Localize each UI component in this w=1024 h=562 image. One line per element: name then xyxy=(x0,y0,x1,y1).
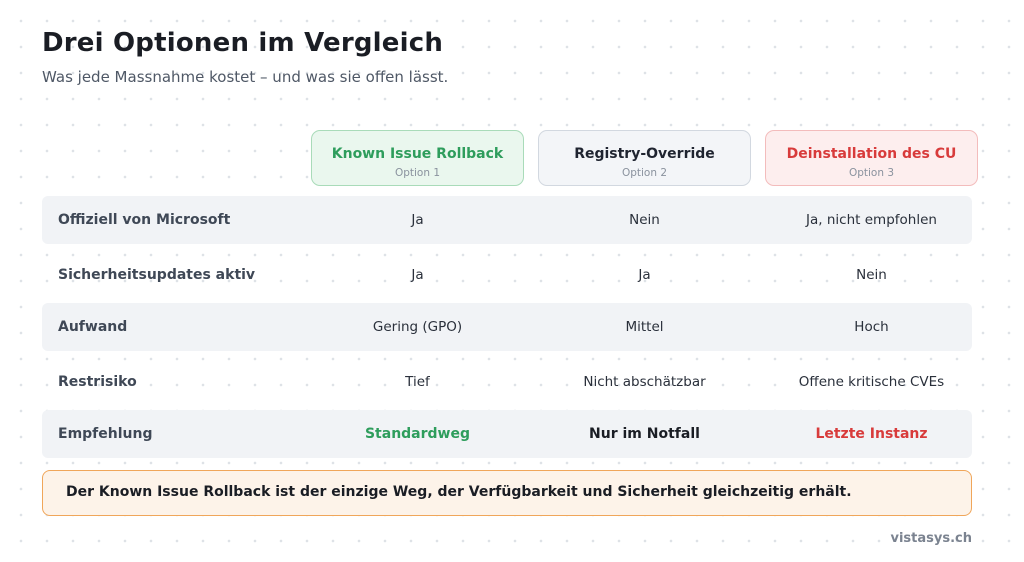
brand-label: vistasys.ch xyxy=(890,531,972,546)
cell-option-2: Nein xyxy=(629,212,660,228)
recommendation-option-2: Nur im Notfall xyxy=(589,426,700,442)
option-name: Deinstallation des CU xyxy=(786,146,957,162)
cell-option-2: Ja xyxy=(638,267,651,283)
comparison-row-aufwand: Aufwand Gering (GPO) Mittel Hoch xyxy=(42,303,972,351)
cell-option-3: Nein xyxy=(856,267,887,283)
option-number: Option 2 xyxy=(621,167,668,179)
page-title: Drei Optionen im Vergleich xyxy=(42,28,444,58)
comparison-row-empfehlung: Empfehlung Standardweg Nur im Notfall Le… xyxy=(42,410,972,458)
row-label: Sicherheitsupdates aktiv xyxy=(58,267,256,283)
row-label: Empfehlung xyxy=(58,426,153,442)
cell-option-1: Ja xyxy=(411,212,424,228)
cell-option-3: Hoch xyxy=(854,319,889,335)
recommendation-option-1: Standardweg xyxy=(364,426,471,442)
cell-option-2: Nicht abschätzbar xyxy=(583,374,706,390)
cell-option-2: Mittel xyxy=(625,319,664,335)
option-name: Registry-Override xyxy=(574,146,715,162)
option-card-known-issue-rollback: Known Issue Rollback Option 1 xyxy=(311,130,524,186)
cell-option-3: Ja, nicht empfohlen xyxy=(806,212,937,228)
cell-option-1: Ja xyxy=(411,267,424,283)
option-name: Known Issue Rollback xyxy=(331,146,504,162)
row-label: Aufwand xyxy=(58,319,128,335)
cell-option-3: Offene kritische CVEs xyxy=(798,374,945,390)
recommendation-option-3: Letzte Instanz xyxy=(815,426,928,442)
comparison-row-offiziell: Offiziell von Microsoft Ja Nein Ja, nich… xyxy=(42,196,972,244)
option-card-registry-override: Registry-Override Option 2 xyxy=(538,130,751,186)
option-number: Option 3 xyxy=(848,167,895,179)
comparison-row-sicherheitsupdates: Sicherheitsupdates aktiv Ja Ja Nein xyxy=(42,251,972,299)
conclusion-callout: Der Known Issue Rollback ist der einzige… xyxy=(42,470,972,516)
row-label: Restrisiko xyxy=(58,374,137,390)
cell-option-1: Gering (GPO) xyxy=(372,319,463,335)
option-number: Option 1 xyxy=(394,167,441,179)
comparison-row-restrisiko: Restrisiko Tief Nicht abschätzbar Offene… xyxy=(42,358,972,406)
row-label: Offiziell von Microsoft xyxy=(58,212,231,228)
option-card-deinstallation: Deinstallation des CU Option 3 xyxy=(765,130,978,186)
cell-option-1: Tief xyxy=(405,374,430,390)
page-subtitle: Was jede Massnahme kostet – und was sie … xyxy=(42,68,449,86)
